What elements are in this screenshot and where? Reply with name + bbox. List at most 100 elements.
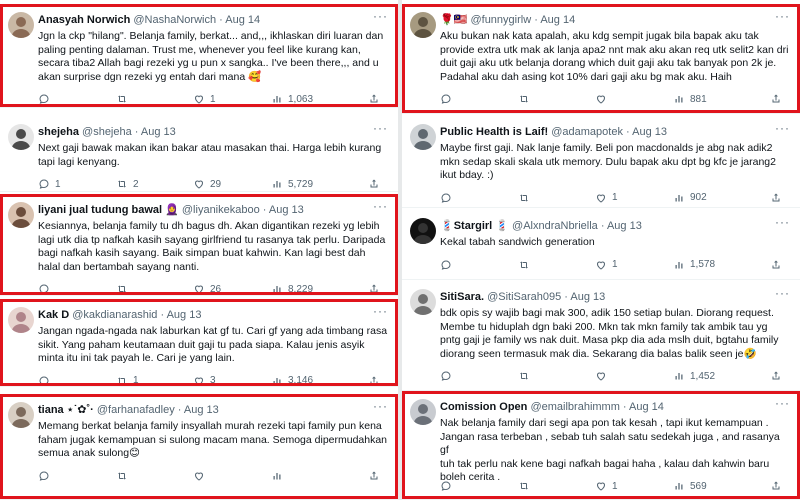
display-name[interactable]: liyani jual tudung bawal 🧕	[38, 204, 179, 216]
user-handle[interactable]: @farhanafadley	[97, 404, 175, 416]
tweet-date[interactable]: Aug 13	[607, 220, 642, 232]
like-button[interactable]: 1	[595, 479, 618, 493]
like-button[interactable]	[595, 369, 612, 383]
views-button[interactable]: 1,063	[271, 92, 313, 106]
display-name[interactable]: Comission Open	[440, 401, 527, 413]
reply-button[interactable]	[440, 191, 457, 205]
reply-button[interactable]	[440, 258, 457, 272]
retweet-button[interactable]: 1	[116, 374, 139, 388]
display-name[interactable]: shejeha	[38, 126, 79, 138]
views-button[interactable]: 3,146	[271, 374, 313, 388]
tweet[interactable]: shejeha @shejeha · Aug 13 ··· Next gaji ba…	[0, 116, 398, 192]
user-handle[interactable]: @emailbrahimmm	[530, 401, 619, 413]
tweet-date[interactable]: Aug 13	[141, 126, 176, 138]
retweet-button[interactable]	[518, 369, 535, 383]
tweet-date[interactable]: Aug 13	[184, 404, 219, 416]
views-button[interactable]: 881	[673, 92, 707, 106]
tweet-date[interactable]: Aug 14	[540, 14, 575, 26]
retweet-button[interactable]	[116, 469, 133, 483]
user-handle[interactable]: @shejeha	[82, 126, 132, 138]
share-button[interactable]	[368, 374, 380, 388]
reply-button[interactable]	[38, 92, 55, 106]
share-button[interactable]	[368, 177, 380, 191]
tweet[interactable]: Anasyah Norwich @NashaNorwich · Aug 14 ··…	[0, 4, 398, 108]
tweet[interactable]: Kak D @kakdianarashid · Aug 13 ··· Jangan …	[0, 299, 398, 387]
retweet-button[interactable]: 2	[116, 177, 139, 191]
tweet[interactable]: Comission Open @emailbrahimmm · Aug 14 ··…	[402, 391, 800, 500]
more-options-icon[interactable]: ···	[373, 199, 388, 213]
more-options-icon[interactable]: ···	[775, 121, 790, 135]
reply-button[interactable]	[440, 479, 457, 493]
display-name[interactable]: Anasyah Norwich	[38, 14, 130, 26]
tweet[interactable]: tiana ⋆˙✿˚· @farhanafadley · Aug 13 ··· Me…	[0, 394, 398, 500]
views-button[interactable]: 1,452	[673, 369, 715, 383]
reply-button[interactable]	[38, 374, 55, 388]
tweet[interactable]: 🌹🇲🇾 @funnygirlw · Aug 14 ··· Aku bukan nak…	[402, 4, 800, 114]
share-button[interactable]	[770, 369, 782, 383]
share-button[interactable]	[368, 469, 380, 483]
tweet-date[interactable]: Aug 14	[225, 14, 260, 26]
avatar[interactable]	[8, 402, 34, 428]
display-name[interactable]: Kak D	[38, 309, 69, 321]
tweet-date[interactable]: Aug 13	[167, 309, 202, 321]
user-handle[interactable]: @kakdianarashid	[72, 309, 157, 321]
user-handle[interactable]: @NashaNorwich	[133, 14, 216, 26]
tweet-date[interactable]: Aug 13	[269, 204, 304, 216]
tweet[interactable]: Public Health is Laif! @adamapotek · Aug…	[402, 116, 800, 208]
avatar[interactable]	[8, 307, 34, 333]
more-options-icon[interactable]: ···	[373, 304, 388, 318]
reply-button[interactable]	[38, 282, 55, 296]
more-options-icon[interactable]: ···	[373, 399, 388, 413]
tweet[interactable]: 💈Stargirl 💈 @AlxndraNbriella · Aug 13 ···…	[402, 210, 800, 280]
avatar[interactable]	[8, 202, 34, 228]
share-button[interactable]	[368, 282, 380, 296]
reply-button[interactable]	[440, 92, 457, 106]
user-handle[interactable]: @AlxndraNbriella	[512, 220, 598, 232]
like-button[interactable]: 1	[193, 92, 216, 106]
retweet-button[interactable]	[518, 258, 535, 272]
share-button[interactable]	[770, 191, 782, 205]
tweet[interactable]: SitiSara. @SitiSarah095 · Aug 13 ··· bdk o…	[402, 281, 800, 391]
display-name[interactable]: SitiSara.	[440, 291, 484, 303]
avatar[interactable]	[410, 218, 436, 244]
views-button[interactable]: 1,578	[673, 258, 715, 272]
retweet-button[interactable]	[116, 92, 133, 106]
like-button[interactable]: 26	[193, 282, 221, 296]
like-button[interactable]: 1	[595, 191, 618, 205]
retweet-button[interactable]	[518, 92, 535, 106]
like-button[interactable]: 1	[595, 258, 618, 272]
like-button[interactable]	[193, 469, 210, 483]
tweet-date[interactable]: Aug 13	[570, 291, 605, 303]
more-options-icon[interactable]: ···	[373, 9, 388, 23]
views-button[interactable]: 902	[673, 191, 707, 205]
display-name[interactable]: tiana ⋆˙✿˚·	[38, 404, 94, 416]
share-button[interactable]	[770, 479, 782, 493]
share-button[interactable]	[770, 258, 782, 272]
views-button[interactable]: 8,229	[271, 282, 313, 296]
like-button[interactable]	[595, 92, 612, 106]
share-button[interactable]	[770, 92, 782, 106]
share-button[interactable]	[368, 92, 380, 106]
display-name[interactable]: 🌹🇲🇾	[440, 14, 467, 26]
user-handle[interactable]: @adamapotek	[551, 126, 623, 138]
more-options-icon[interactable]: ···	[373, 121, 388, 135]
retweet-button[interactable]	[116, 282, 133, 296]
reply-button[interactable]	[440, 369, 457, 383]
views-button[interactable]: 5,729	[271, 177, 313, 191]
more-options-icon[interactable]: ···	[775, 286, 790, 300]
retweet-button[interactable]	[518, 191, 535, 205]
reply-button[interactable]: 1	[38, 177, 61, 191]
like-button[interactable]: 29	[193, 177, 221, 191]
user-handle[interactable]: @funnygirlw	[470, 14, 531, 26]
more-options-icon[interactable]: ···	[775, 396, 790, 410]
retweet-button[interactable]	[518, 479, 535, 493]
more-options-icon[interactable]: ···	[775, 215, 790, 229]
tweet-date[interactable]: Aug 13	[632, 126, 667, 138]
avatar[interactable]	[8, 124, 34, 150]
display-name[interactable]: 💈Stargirl 💈	[440, 220, 509, 232]
avatar[interactable]	[410, 124, 436, 150]
avatar[interactable]	[410, 399, 436, 425]
avatar[interactable]	[8, 12, 34, 38]
more-options-icon[interactable]: ···	[775, 9, 790, 23]
user-handle[interactable]: @SitiSarah095	[487, 291, 561, 303]
